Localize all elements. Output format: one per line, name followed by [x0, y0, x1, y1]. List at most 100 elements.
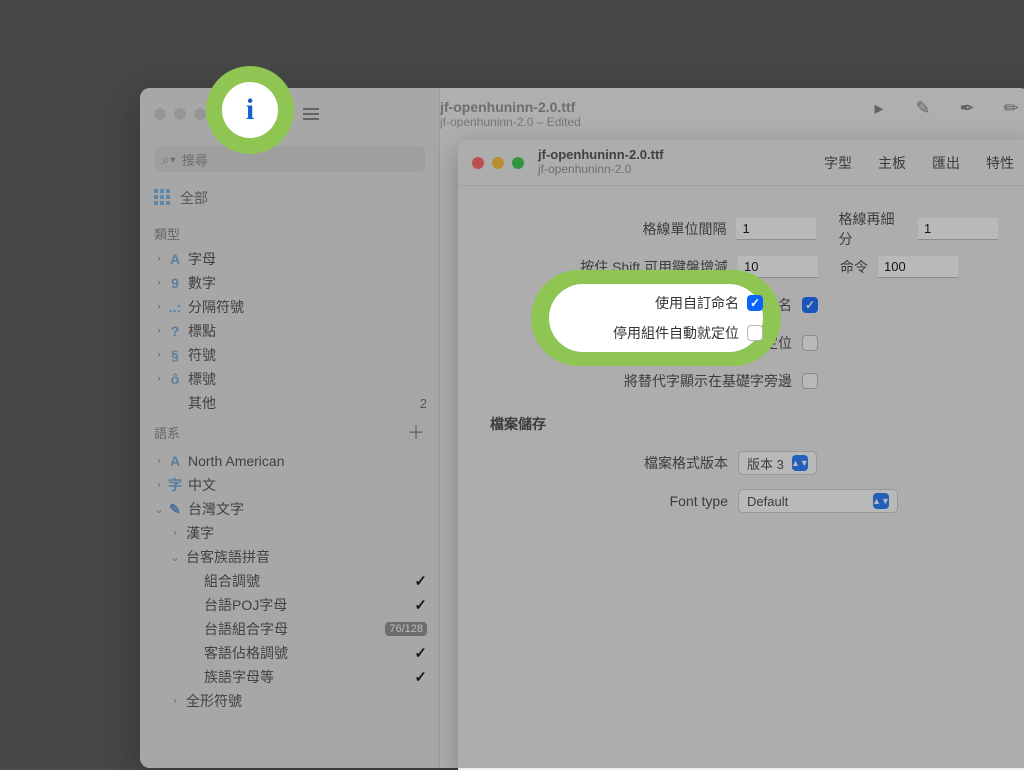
font-info-panel: jf-openhuninn-2.0.ttf jf-openhuninn-2.0 … — [458, 140, 1024, 770]
other-count: 2 — [420, 396, 427, 411]
filter-all[interactable]: 全部 — [140, 182, 439, 220]
sidebar-item[interactable]: ›9數字 — [140, 271, 439, 295]
grid-icon — [268, 107, 282, 121]
font-type-value: Default — [747, 494, 788, 509]
section-lang-header: 語系 ＋ — [140, 415, 439, 449]
pen-tool-icon[interactable]: ✎ — [910, 95, 936, 121]
search-input[interactable]: ⌕▾ 搜尋 — [154, 146, 425, 172]
sidebar-item[interactable]: 族語字母等✓ — [140, 665, 439, 689]
cmd-step-label: 命令 — [818, 257, 878, 277]
sidebar-item[interactable]: ›字中文 — [140, 473, 439, 497]
sidebar-item[interactable]: ⌄✎台灣文字 — [140, 497, 439, 521]
file-version-label: 檔案格式版本 — [488, 453, 738, 473]
count-badge: 76/128 — [385, 622, 427, 636]
tab-font[interactable]: 字型 — [824, 153, 852, 173]
chevron-updown-icon: ▲▼ — [873, 493, 889, 509]
editor-tools: ▸ ✎ ✒︎ ✏︎ — [866, 95, 1024, 121]
letter-icon: A — [166, 251, 184, 267]
panel-title: jf-openhuninn-2.0.ttf — [538, 148, 664, 163]
file-title: jf-openhuninn-2.0.ttf — [440, 99, 575, 115]
tw-icon: ✎ — [166, 501, 184, 518]
sidebar-item[interactable]: 台語組合字母76/128 — [140, 617, 439, 641]
lang-tree: ›ANorth American ›字中文 ⌄✎台灣文字 ›漢字 ⌄台客族語拼音… — [140, 449, 439, 713]
file-subtitle: jf-openhuninn-2.0 – Edited — [440, 115, 581, 129]
disable-autopos-checkbox[interactable] — [802, 335, 818, 351]
main-toolbar: i — [140, 88, 439, 140]
panel-window-controls[interactable] — [472, 157, 524, 169]
add-lang-button[interactable]: ＋ — [407, 419, 425, 445]
file-version-select[interactable]: 版本 3 ▲▼ — [738, 451, 817, 475]
sidebar-item[interactable]: 台語POJ字母✓ — [140, 593, 439, 617]
info-panel-body: 格線單位間隔 格線再細分 按住 Shift 可用鍵盤增減 命令 使用自訂命名 ✓… — [458, 186, 1024, 544]
check-icon: ✓ — [414, 596, 427, 614]
shift-step-input[interactable] — [738, 256, 818, 278]
file-version-value: 版本 3 — [747, 454, 784, 473]
custom-name-label-hl: 使用自訂命名 — [655, 293, 739, 313]
chevron-updown-icon: ▲▼ — [792, 455, 808, 471]
file-save-section: 檔案儲存 — [490, 414, 998, 434]
punct-icon: ? — [166, 323, 184, 339]
info-button[interactable]: i — [224, 101, 254, 127]
highlight-naming-content: 使用自訂命名 ✓ 停用組件自動就定位 — [549, 284, 763, 352]
sidebar-item[interactable]: ›?標點 — [140, 319, 439, 343]
show-alt-label: 將替代字顯示在基礎字旁邊 — [552, 371, 802, 391]
brush-tool-icon[interactable]: ✒︎ — [954, 95, 980, 121]
digit-icon: 9 — [166, 275, 184, 291]
sidebar: i ⌕▾ 搜尋 全部 類型 ›A字母 ›9數字 ›..:分隔符號 ›?標點 ›§… — [140, 88, 440, 768]
disable-autopos-checkbox-hl[interactable] — [747, 325, 763, 341]
minimize-icon[interactable] — [492, 157, 504, 169]
info-panel-header: jf-openhuninn-2.0.ttf jf-openhuninn-2.0 … — [458, 140, 1024, 186]
sidebar-item[interactable]: ›漢字 — [140, 521, 439, 545]
eyedropper-tool-icon[interactable]: ✏︎ — [998, 95, 1024, 121]
check-icon: ✓ — [414, 644, 427, 662]
type-tree: ›A字母 ›9數字 ›..:分隔符號 ›?標點 ›§符號 ›ô標號 其他2 — [140, 247, 439, 415]
cjk-icon: 字 — [166, 475, 184, 495]
pointer-tool-icon[interactable]: ▸ — [866, 95, 892, 121]
grid-subdiv-label: 格線再細分 — [816, 209, 918, 249]
sidebar-item[interactable]: ›A字母 — [140, 247, 439, 271]
sidebar-item[interactable]: ›ô標號 — [140, 367, 439, 391]
sidebar-item-other[interactable]: 其他2 — [140, 391, 439, 415]
symbol-icon: § — [166, 347, 184, 363]
mark-icon: ô — [166, 371, 184, 387]
sidebar-item[interactable]: ›ANorth American — [140, 449, 439, 473]
section-type-header: 類型 — [140, 220, 439, 247]
tab-features[interactable]: 特性 — [986, 153, 1014, 173]
all-icon — [154, 189, 172, 207]
grid-view-button[interactable] — [260, 101, 290, 127]
sidebar-item[interactable]: ›全形符號 — [140, 689, 439, 713]
cmd-step-input[interactable] — [878, 256, 958, 278]
list-icon — [303, 108, 319, 120]
tab-export[interactable]: 匯出 — [932, 153, 960, 173]
na-icon: A — [166, 453, 184, 469]
list-view-button[interactable] — [296, 101, 326, 127]
info-tabs: 字型 主板 匯出 特性 — [824, 153, 1014, 173]
shift-step-label: 按住 Shift 可用鍵盤增減 — [488, 257, 738, 277]
close-icon[interactable] — [472, 157, 484, 169]
custom-name-checkbox-hl[interactable]: ✓ — [747, 295, 763, 311]
check-icon: ✓ — [414, 572, 427, 590]
grid-unit-label: 格線單位間隔 — [488, 219, 736, 239]
window-controls[interactable] — [154, 108, 206, 120]
panel-subtitle: jf-openhuninn-2.0 — [538, 163, 664, 177]
font-type-label: Font type — [488, 493, 738, 509]
show-alt-checkbox[interactable] — [802, 373, 818, 389]
sidebar-item[interactable]: ⌄台客族語拼音 — [140, 545, 439, 569]
grid-subdiv-input[interactable] — [918, 218, 998, 240]
font-type-select[interactable]: Default ▲▼ — [738, 489, 898, 513]
custom-name-checkbox[interactable]: ✓ — [802, 297, 818, 313]
sidebar-item[interactable]: ›..:分隔符號 — [140, 295, 439, 319]
search-placeholder: 搜尋 — [182, 150, 208, 169]
zoom-icon[interactable] — [512, 157, 524, 169]
separators-icon: ..: — [166, 299, 184, 315]
sidebar-item[interactable]: ›§符號 — [140, 343, 439, 367]
sidebar-item[interactable]: 客語佔格調號✓ — [140, 641, 439, 665]
info-icon: i — [236, 103, 242, 126]
check-icon: ✓ — [414, 668, 427, 686]
tab-masters[interactable]: 主板 — [878, 153, 906, 173]
search-icon: ⌕▾ — [162, 151, 176, 168]
filter-all-label: 全部 — [180, 188, 208, 208]
grid-unit-input[interactable] — [736, 218, 816, 240]
disable-autopos-label-hl: 停用組件自動就定位 — [613, 323, 739, 343]
sidebar-item[interactable]: 組合調號✓ — [140, 569, 439, 593]
